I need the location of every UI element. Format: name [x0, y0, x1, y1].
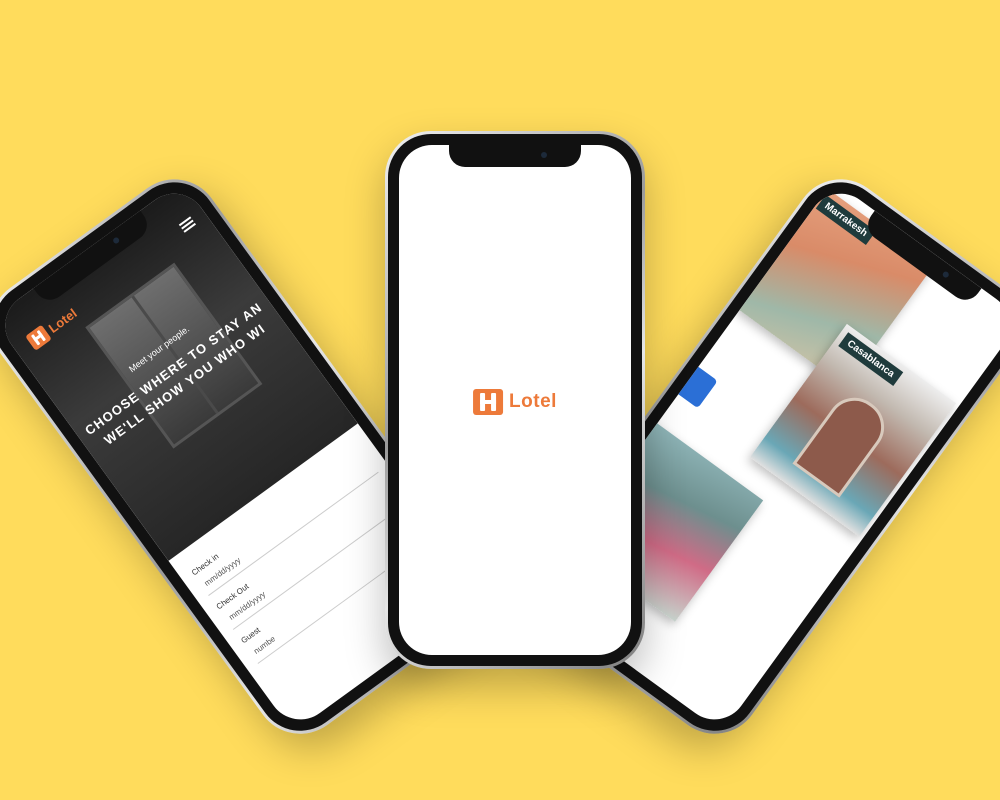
destination-card-casablanca[interactable]: Casablanca [749, 323, 957, 537]
splash-screen: Lotel [399, 145, 631, 655]
destination-label: Marrakesh [815, 194, 876, 246]
lotel-logo-icon [25, 324, 52, 351]
phone-center: Lotel [385, 131, 645, 669]
brand-logo[interactable]: Lotel [25, 304, 80, 351]
splash-logo: Lotel [473, 389, 557, 415]
lotel-logo-icon [473, 389, 504, 415]
hamburger-menu-icon[interactable] [178, 216, 197, 233]
brand-name: Lotel [45, 305, 80, 336]
door-image [792, 386, 896, 498]
blue-action-button[interactable] [670, 360, 718, 409]
destination-label: Casablanca [838, 332, 903, 386]
brand-name: Lotel [509, 391, 557, 412]
phone-notch [449, 145, 581, 167]
